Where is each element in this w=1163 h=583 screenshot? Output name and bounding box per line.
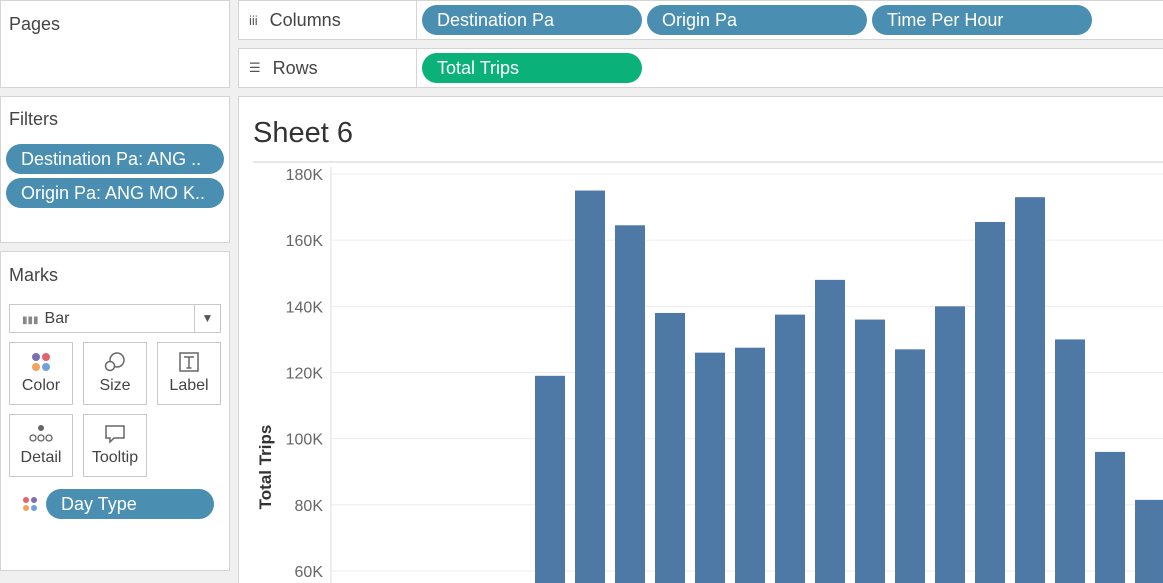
filters-panel[interactable]: Filters Destination Pa: ANG .. Origin Pa… [0,96,230,243]
size-button[interactable]: Size [83,342,147,405]
size-icon [84,343,146,377]
bar[interactable] [1055,339,1085,583]
columns-shelf-label: iii Columns [239,1,417,39]
column-pill-destination[interactable]: Destination Pa [422,5,642,35]
column-pill-origin[interactable]: Origin Pa [647,5,867,35]
pages-title: Pages [9,14,61,34]
bar[interactable] [735,347,765,583]
color-label: Color [21,377,61,394]
bar[interactable] [775,314,805,583]
tooltip-icon [84,415,146,449]
bar[interactable] [575,190,605,583]
bar[interactable] [615,225,645,583]
columns-icon: iii [249,12,258,28]
bar[interactable] [855,319,885,583]
bar[interactable] [535,375,565,583]
bar[interactable] [655,312,685,583]
bar[interactable] [815,279,845,583]
bar-chart-icon: ▮▮▮ [22,315,39,326]
marks-panel: Marks ▮▮▮ Bar ▼ Color Size Label Detail … [0,251,230,571]
bar[interactable] [895,349,925,583]
tooltip-button[interactable]: Tooltip [83,414,147,477]
columns-shelf[interactable]: iii Columns Destination Pa Origin Pa Time… [238,0,1163,40]
label-button[interactable]: Label [157,342,221,405]
y-tick-label: 80K [295,498,324,515]
y-tick-label: 160K [286,233,324,250]
sheet-view: Sheet 6 60K 80K 100K 120K 140K 160K 180K Total … [238,96,1163,583]
rows-icon: ☰ [249,60,261,75]
mark-type-dropdown[interactable]: ▮▮▮ Bar ▼ [9,304,221,333]
pages-panel: Pages [0,0,230,88]
color-icon [10,343,72,377]
bar[interactable] [935,306,965,583]
bar[interactable] [1015,197,1045,583]
rows-label-text: Rows [272,57,318,78]
column-pill-time-per-hour[interactable]: Time Per Hour [872,5,1092,35]
detail-icon [10,415,72,449]
detail-button[interactable]: Detail [9,414,73,477]
mark-type-value: Bar [44,310,70,327]
rows-shelf-label: ☰ Rows [239,49,417,87]
day-type-pill[interactable]: Day Type [46,489,214,519]
y-axis-title: Total Trips [256,425,275,510]
size-label: Size [99,377,131,394]
bar-chart: 60K 80K 100K 120K 140K 160K 180K Total Trips [253,161,1163,583]
text-label-icon [158,343,220,377]
chevron-down-icon[interactable]: ▼ [194,305,220,332]
bar[interactable] [975,221,1005,583]
y-tick-label: 180K [286,167,324,184]
rows-shelf[interactable]: ☰ Rows Total Trips [238,48,1163,88]
filter-pill-origin[interactable]: Origin Pa: ANG MO K.. [6,178,224,208]
bar[interactable] [1095,451,1125,583]
y-tick-label: 120K [286,366,324,383]
bar[interactable] [695,352,725,583]
label-label: Label [169,377,209,394]
detail-label: Detail [20,449,62,466]
marks-title: Marks [9,265,58,285]
y-tick-label: 60K [295,564,324,581]
color-button[interactable]: Color [9,342,73,405]
y-tick-label: 100K [286,432,324,449]
row-pill-total-trips[interactable]: Total Trips [422,53,642,83]
filters-title: Filters [9,109,58,129]
bar[interactable] [1135,499,1163,583]
filter-pill-destination[interactable]: Destination Pa: ANG .. [6,144,224,174]
day-type-color-icon [22,496,38,517]
tooltip-label: Tooltip [91,449,139,466]
y-tick-label: 140K [286,299,324,316]
columns-label-text: Columns [269,9,341,30]
